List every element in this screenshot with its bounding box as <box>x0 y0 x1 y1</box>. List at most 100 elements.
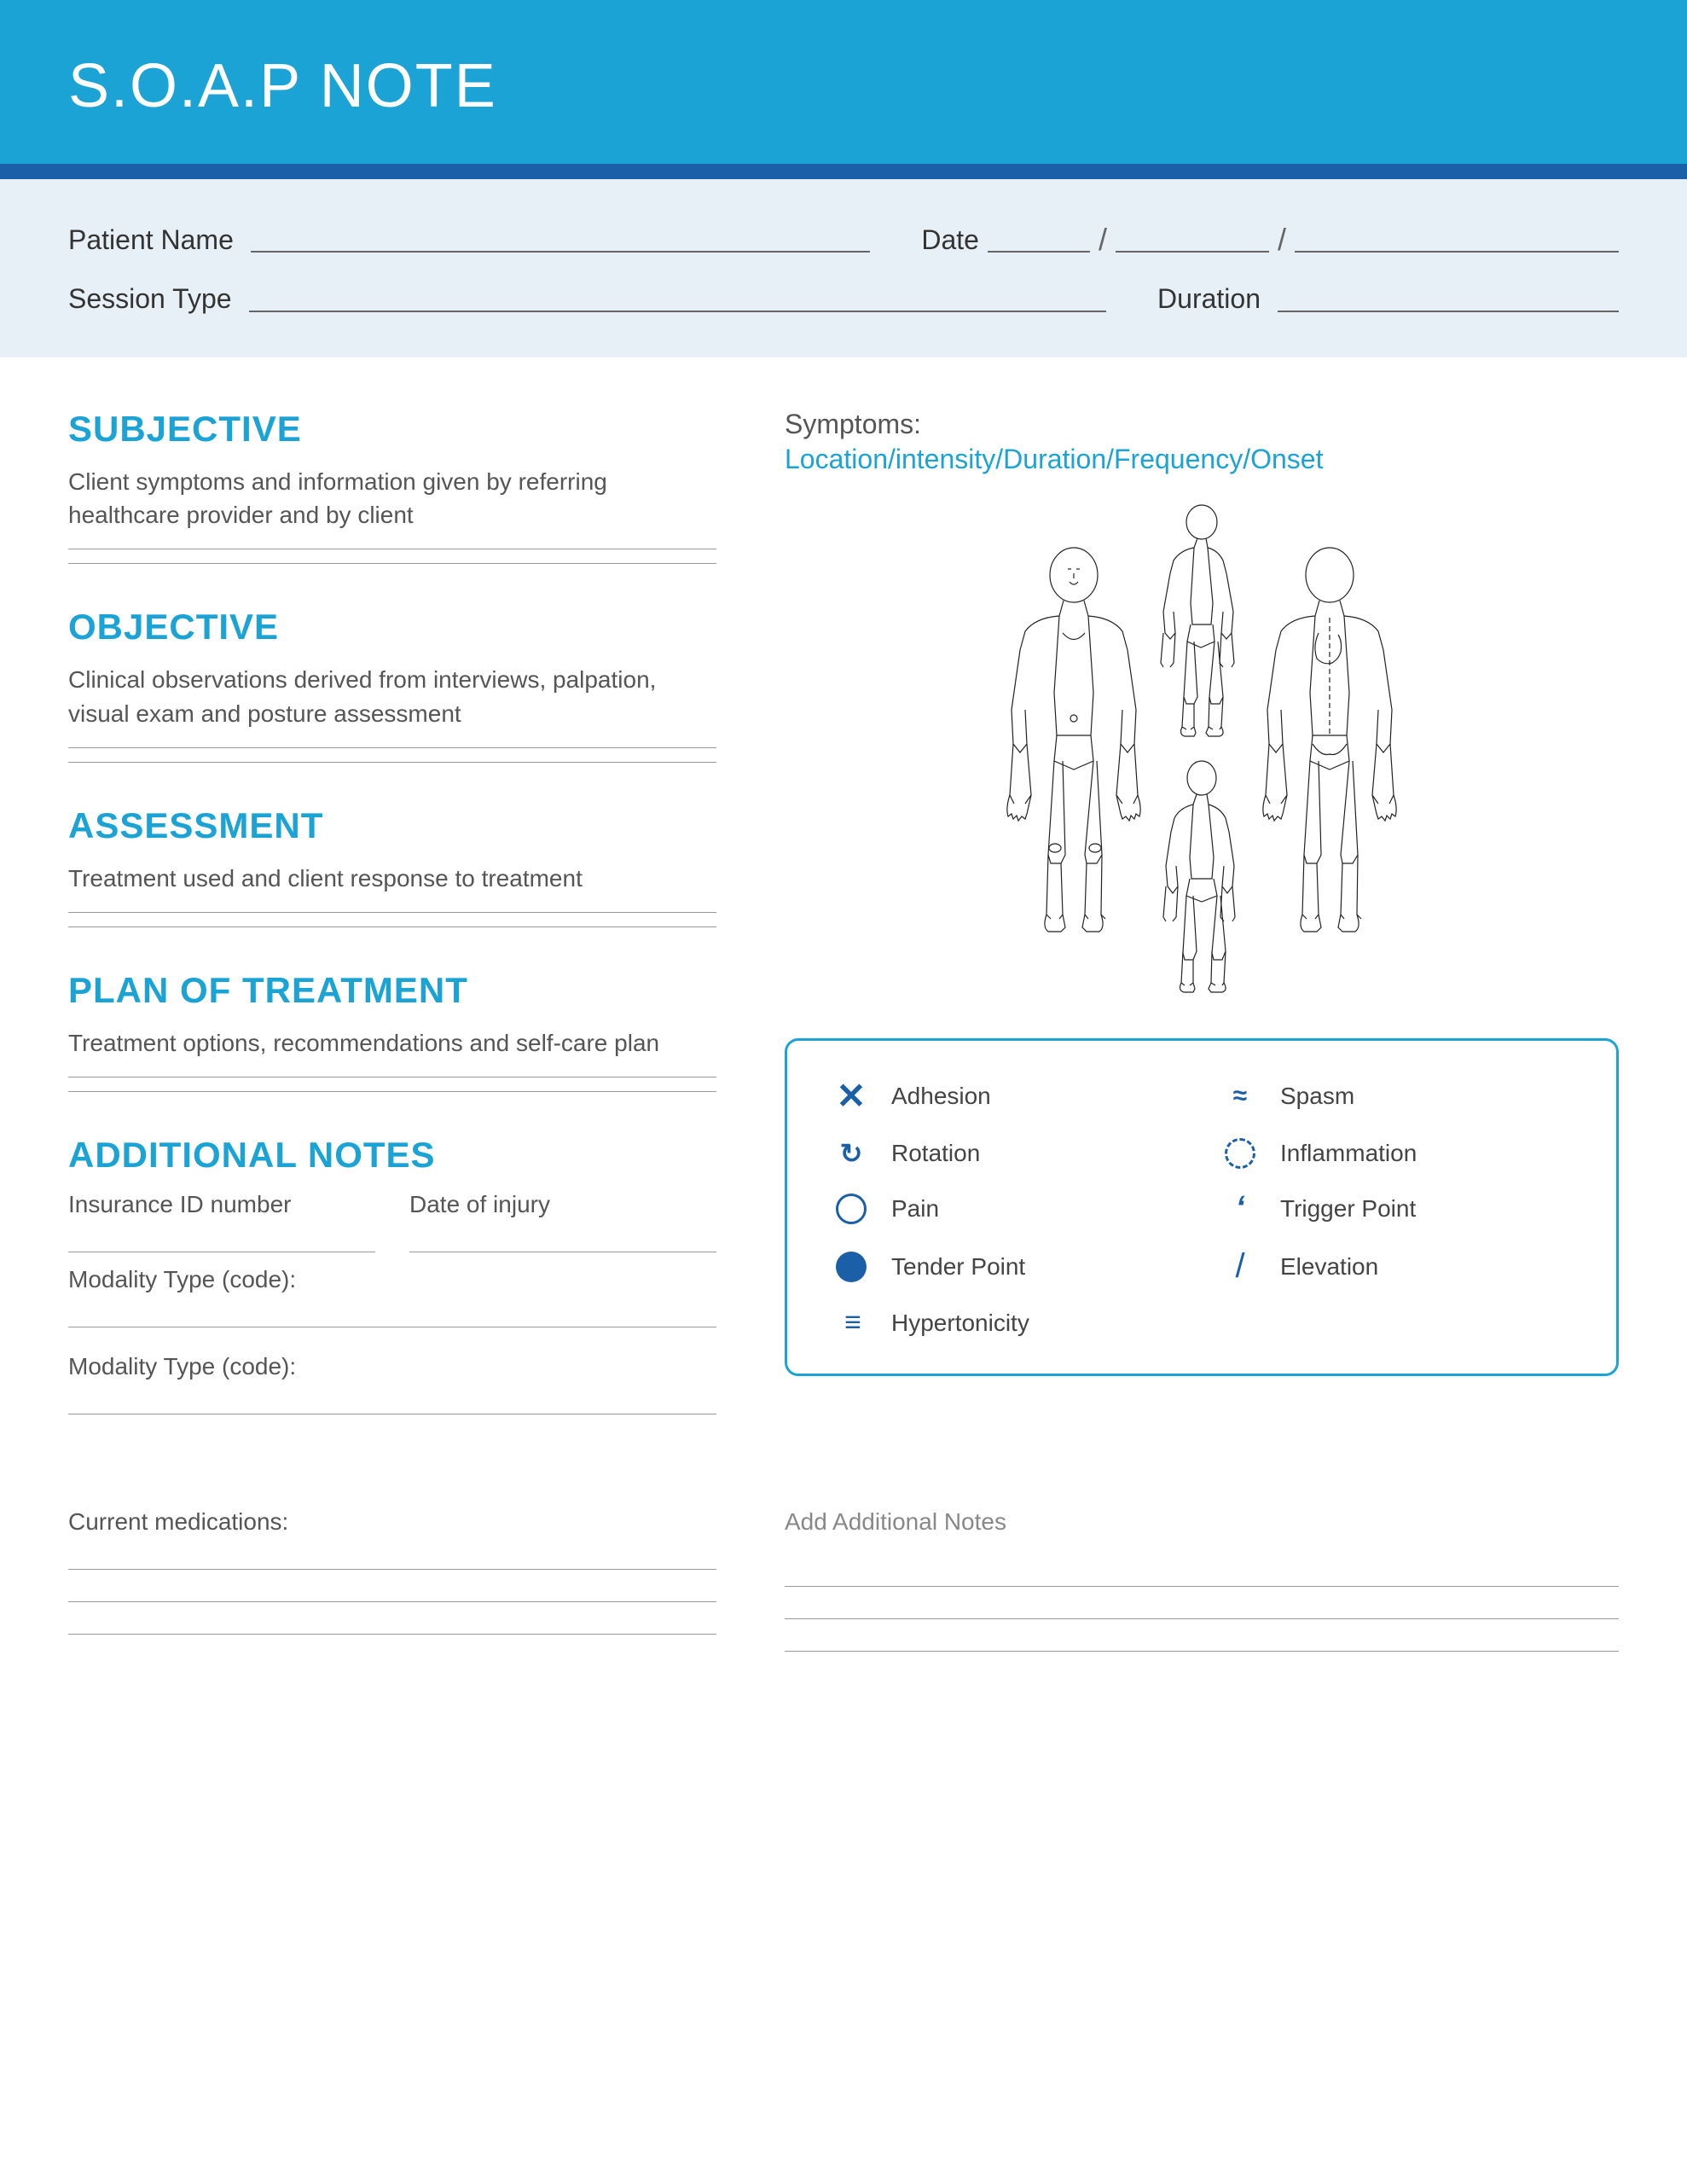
assessment-line-1 <box>68 912 716 913</box>
subjective-desc: Client symptoms and information given by… <box>68 465 716 531</box>
medications-line-3[interactable] <box>68 1609 716 1635</box>
adhesion-label: Adhesion <box>891 1083 991 1110</box>
duration-label: Duration <box>1157 283 1261 315</box>
objective-section: OBJECTIVE Clinical observations derived … <box>68 607 716 762</box>
inflammation-label: Inflammation <box>1280 1140 1417 1167</box>
assessment-title: ASSESSMENT <box>68 805 716 846</box>
legend-inflammation: Inflammation <box>1219 1137 1574 1170</box>
patient-name-label: Patient Name <box>68 224 234 256</box>
spasm-label: Spasm <box>1280 1083 1354 1110</box>
date-field: Date / / <box>921 222 1619 258</box>
objective-line-1 <box>68 747 716 748</box>
subjective-section: SUBJECTIVE Client symptoms and informati… <box>68 409 716 564</box>
modality2-input[interactable] <box>68 1389 716 1414</box>
add-notes-line-1[interactable] <box>785 1561 1619 1587</box>
spasm-icon: ≈ <box>1219 1082 1261 1111</box>
legend-elevation: / Elevation <box>1219 1247 1574 1286</box>
elevation-icon: / <box>1219 1247 1261 1286</box>
legend-spasm: ≈ Spasm <box>1219 1075 1574 1117</box>
objective-desc: Clinical observations derived from inter… <box>68 663 716 729</box>
session-type-input[interactable] <box>249 287 1107 312</box>
elevation-label: Elevation <box>1280 1253 1378 1281</box>
inflammation-icon <box>1219 1138 1261 1169</box>
legend-rotation: ↻ Rotation <box>830 1137 1185 1170</box>
patient-row-2: Session Type Duration <box>68 283 1619 315</box>
trigger-point-icon: ʻ <box>1219 1190 1261 1227</box>
symptoms-detail: Location/intensity/Duration/Frequency/On… <box>785 444 1619 475</box>
page-title: S.O.A.P NOTE <box>68 51 1619 121</box>
add-notes-label: Add Additional Notes <box>785 1508 1619 1536</box>
add-notes-line-2[interactable] <box>785 1594 1619 1619</box>
medications-line-2[interactable] <box>68 1577 716 1602</box>
modality1-label: Modality Type (code): <box>68 1266 716 1293</box>
header: S.O.A.P NOTE <box>0 0 1687 164</box>
duration-field: Duration <box>1157 283 1619 315</box>
rotation-label: Rotation <box>891 1140 980 1167</box>
tender-point-icon <box>830 1252 872 1282</box>
additional-notes-title: ADDITIONAL NOTES <box>68 1135 716 1176</box>
rotation-icon: ↻ <box>830 1137 872 1170</box>
hypertonicity-label: Hypertonicity <box>891 1310 1029 1337</box>
modality2-group: Modality Type (code): <box>68 1353 716 1414</box>
subjective-title: SUBJECTIVE <box>68 409 716 450</box>
header-bar <box>0 164 1687 179</box>
body-side-bottom-figure <box>1159 757 1244 996</box>
insurance-col: Insurance ID number <box>68 1191 375 1259</box>
objective-line-2 <box>68 762 716 763</box>
medications-group: Current medications: <box>68 1508 716 1635</box>
left-column: SUBJECTIVE Client symptoms and informati… <box>68 409 716 1457</box>
modality2-label: Modality Type (code): <box>68 1353 716 1380</box>
medications-line-1[interactable] <box>68 1544 716 1570</box>
assessment-line-2 <box>68 926 716 927</box>
session-type-label: Session Type <box>68 283 232 315</box>
adhesion-icon: ✕ <box>830 1075 872 1117</box>
assessment-desc: Treatment used and client response to tr… <box>68 862 716 895</box>
date-sep-1: / <box>1099 222 1107 258</box>
trigger-point-label: Trigger Point <box>1280 1195 1416 1223</box>
assessment-section: ASSESSMENT Treatment used and client res… <box>68 805 716 927</box>
body-side-top-figure <box>1155 501 1249 740</box>
date-year-input[interactable] <box>1295 227 1619 253</box>
body-diagrams <box>785 501 1619 996</box>
add-notes-line-3[interactable] <box>785 1626 1619 1652</box>
medications-label: Current medications: <box>68 1508 716 1536</box>
legend-pain: Pain <box>830 1190 1185 1227</box>
legend-adhesion: ✕ Adhesion <box>830 1075 1185 1117</box>
body-back-figure <box>1257 539 1402 957</box>
date-of-injury-input[interactable] <box>409 1227 716 1252</box>
insurance-id-input[interactable] <box>68 1227 375 1252</box>
modality1-group: Modality Type (code): <box>68 1266 716 1327</box>
left-bottom: Current medications: <box>68 1508 716 1660</box>
plan-desc: Treatment options, recommendations and s… <box>68 1026 716 1060</box>
objective-title: OBJECTIVE <box>68 607 716 648</box>
pain-icon <box>830 1194 872 1224</box>
patient-name-field: Patient Name <box>68 224 870 256</box>
additional-notes-section: ADDITIONAL NOTES Insurance ID number Dat… <box>68 1135 716 1414</box>
legend-box: ✕ Adhesion ≈ Spasm ↻ Rotation Inflammati… <box>785 1038 1619 1376</box>
hypertonicity-icon: ≡ <box>830 1306 872 1339</box>
side-figures <box>1155 501 1249 996</box>
duration-input[interactable] <box>1278 287 1619 312</box>
date-injury-col: Date of injury <box>409 1191 716 1259</box>
date-label: Date <box>921 224 979 256</box>
symptoms-label: Symptoms: <box>785 409 1619 440</box>
right-column: Symptoms: Location/intensity/Duration/Fr… <box>785 409 1619 1457</box>
session-type-field: Session Type <box>68 283 1106 315</box>
date-of-injury-label: Date of injury <box>409 1191 716 1218</box>
date-month-input[interactable] <box>988 227 1090 253</box>
patient-row-1: Patient Name Date / / <box>68 222 1619 258</box>
date-sep-2: / <box>1278 222 1286 258</box>
legend-tender-point: Tender Point <box>830 1247 1185 1286</box>
plan-section: PLAN OF TREATMENT Treatment options, rec… <box>68 970 716 1092</box>
insurance-date-row: Insurance ID number Date of injury <box>68 1191 716 1259</box>
patient-info-section: Patient Name Date / / Session Type Durat… <box>0 179 1687 357</box>
patient-name-input[interactable] <box>251 227 871 253</box>
plan-title: PLAN OF TREATMENT <box>68 970 716 1011</box>
pain-label: Pain <box>891 1195 939 1223</box>
tender-point-label: Tender Point <box>891 1253 1025 1281</box>
plan-line-2 <box>68 1091 716 1092</box>
right-bottom: Add Additional Notes <box>785 1508 1619 1660</box>
date-day-input[interactable] <box>1116 227 1269 253</box>
main-content: SUBJECTIVE Client symptoms and informati… <box>0 357 1687 1508</box>
modality1-input[interactable] <box>68 1302 716 1327</box>
